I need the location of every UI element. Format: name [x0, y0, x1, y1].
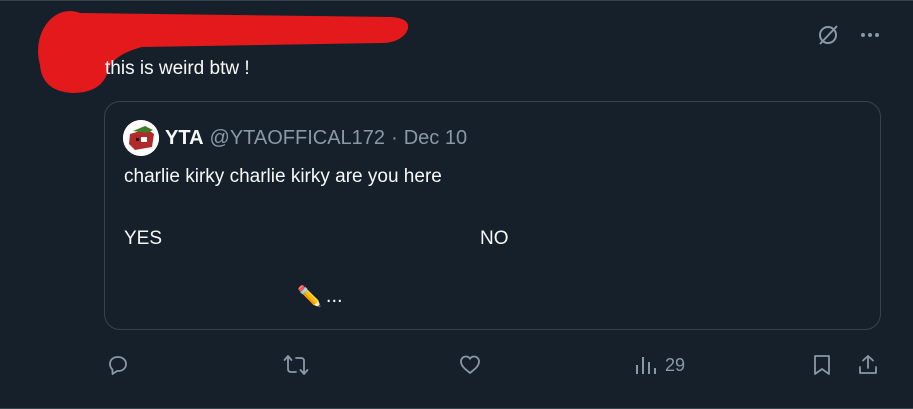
- ellipsis-text: ...: [325, 285, 343, 307]
- bookmark-icon: [814, 355, 830, 375]
- like-button[interactable]: [458, 353, 482, 377]
- quoted-author-handle[interactable]: @YTAOFFICAL172: [210, 127, 386, 150]
- top-actions: [816, 23, 880, 47]
- repost-button[interactable]: [283, 353, 309, 377]
- reply-icon: [109, 356, 127, 375]
- post-text: this is weird btw !: [105, 58, 250, 79]
- quoted-post-header: YTA @YTAOFFICAL172 · Dec 10: [123, 120, 467, 156]
- views-button[interactable]: 29: [635, 353, 685, 377]
- share-button[interactable]: [856, 353, 880, 377]
- quoted-author-name[interactable]: YTA: [165, 127, 204, 150]
- slash-circle-icon[interactable]: [816, 23, 840, 47]
- views-chart-icon: [636, 357, 656, 374]
- quoted-post[interactable]: YTA @YTAOFFICAL172 · Dec 10 charlie kirk…: [104, 101, 881, 330]
- like-icon: [460, 355, 480, 374]
- action-bar: 29: [0, 347, 913, 383]
- post-card[interactable]: this is weird btw ! YTA @YTAOFFICAL172 ·…: [0, 0, 913, 409]
- redaction-scribble: [38, 11, 409, 93]
- views-count: 29: [665, 354, 686, 375]
- quoted-post-date[interactable]: Dec 10: [404, 127, 467, 150]
- avatar[interactable]: [123, 120, 159, 156]
- pencil-icon: ✏️: [297, 286, 322, 308]
- reply-button[interactable]: [106, 353, 130, 377]
- bookmark-button[interactable]: [811, 353, 833, 377]
- share-icon: [859, 355, 877, 374]
- repost-icon: [283, 355, 309, 375]
- separator-dot: ·: [391, 126, 398, 149]
- option-yes: YES: [124, 228, 163, 249]
- quoted-post-tail: ✏️ ...: [297, 284, 343, 309]
- option-no: NO: [480, 228, 509, 249]
- more-dots-icon[interactable]: [860, 32, 880, 38]
- quoted-post-text: charlie kirky charlie kirky are you here: [124, 166, 442, 187]
